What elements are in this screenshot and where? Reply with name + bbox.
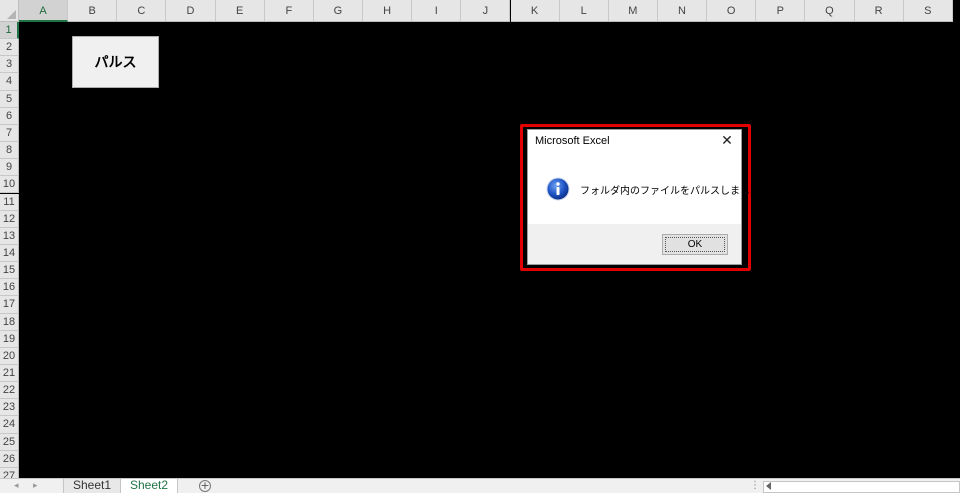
column-header[interactable]: O bbox=[707, 0, 757, 22]
column-header[interactable]: S bbox=[903, 0, 953, 22]
row-header[interactable]: 22 bbox=[0, 382, 19, 400]
row-header[interactable]: 12 bbox=[0, 210, 19, 228]
column-header[interactable]: N bbox=[657, 0, 708, 22]
horizontal-scrollbar[interactable] bbox=[763, 481, 960, 493]
split-handle-icon[interactable]: ⋮ bbox=[750, 479, 760, 493]
next-sheet-icon[interactable]: ▸ bbox=[33, 479, 38, 493]
row-header[interactable]: 8 bbox=[0, 142, 19, 160]
row-header[interactable]: 11 bbox=[0, 193, 19, 211]
row-header[interactable]: 19 bbox=[0, 330, 19, 348]
column-header[interactable]: R bbox=[854, 0, 904, 22]
column-header[interactable]: M bbox=[608, 0, 658, 22]
column-header[interactable]: F bbox=[264, 0, 314, 22]
row-header[interactable]: 6 bbox=[0, 107, 19, 125]
row-header[interactable]: 23 bbox=[0, 399, 19, 417]
row-header[interactable]: 17 bbox=[0, 296, 19, 314]
row-header[interactable]: 13 bbox=[0, 227, 19, 245]
row-header[interactable]: 14 bbox=[0, 244, 19, 263]
column-header[interactable]: B bbox=[68, 0, 118, 22]
row-header[interactable]: 5 bbox=[0, 90, 19, 108]
column-header[interactable]: A bbox=[19, 0, 69, 22]
row-header[interactable]: 3 bbox=[0, 56, 19, 74]
column-header[interactable]: L bbox=[559, 0, 609, 22]
dialog-title: Microsoft Excel bbox=[535, 135, 610, 147]
close-icon[interactable]: ✕ bbox=[719, 132, 735, 148]
column-header[interactable]: J bbox=[461, 0, 511, 22]
dialog-message: フォルダ内のファイルをパルスしました。 bbox=[580, 186, 770, 197]
row-header[interactable]: 18 bbox=[0, 313, 19, 331]
message-dialog: Microsoft Excel ✕ フォルダ内のファイルをパルスしました。 OK bbox=[527, 129, 770, 265]
row-header[interactable]: 20 bbox=[0, 347, 19, 365]
column-header[interactable]: P bbox=[756, 0, 806, 22]
tab-sheet1[interactable]: Sheet1 bbox=[63, 479, 121, 493]
row-header[interactable]: 7 bbox=[0, 124, 19, 143]
prev-sheet-icon[interactable]: ◂ bbox=[14, 479, 19, 493]
row-header[interactable]: 15 bbox=[0, 262, 19, 280]
scroll-left-icon[interactable] bbox=[766, 482, 771, 490]
row-header[interactable]: 21 bbox=[0, 365, 19, 383]
row-header[interactable]: 1 bbox=[0, 22, 19, 40]
tab-sheet2[interactable]: Sheet2 bbox=[121, 479, 178, 493]
add-sheet-icon[interactable]: + bbox=[199, 480, 211, 492]
column-header[interactable]: Q bbox=[805, 0, 855, 22]
column-header[interactable]: I bbox=[412, 0, 462, 22]
pulse-button[interactable]: パルス bbox=[72, 36, 159, 88]
ok-button[interactable]: OK bbox=[662, 234, 728, 255]
column-header[interactable]: H bbox=[363, 0, 413, 22]
row-header[interactable]: 9 bbox=[0, 159, 19, 177]
row-header[interactable]: 25 bbox=[0, 433, 19, 451]
row-header[interactable]: 10 bbox=[0, 176, 19, 194]
row-header[interactable]: 2 bbox=[0, 39, 19, 57]
information-icon bbox=[546, 177, 570, 201]
column-header[interactable]: K bbox=[510, 0, 560, 22]
column-header[interactable]: C bbox=[117, 0, 167, 22]
row-header[interactable]: 26 bbox=[0, 450, 19, 468]
row-header[interactable]: 4 bbox=[0, 73, 19, 91]
sheet-tab-bar: ◂ ▸ Sheet1 Sheet2 + ⋮ bbox=[0, 478, 960, 493]
column-header[interactable]: E bbox=[215, 0, 265, 22]
column-header[interactable]: D bbox=[166, 0, 216, 22]
row-header[interactable]: 16 bbox=[0, 279, 19, 297]
select-all-corner[interactable] bbox=[0, 0, 19, 22]
row-header[interactable]: 24 bbox=[0, 416, 19, 434]
column-header[interactable]: G bbox=[313, 0, 364, 22]
